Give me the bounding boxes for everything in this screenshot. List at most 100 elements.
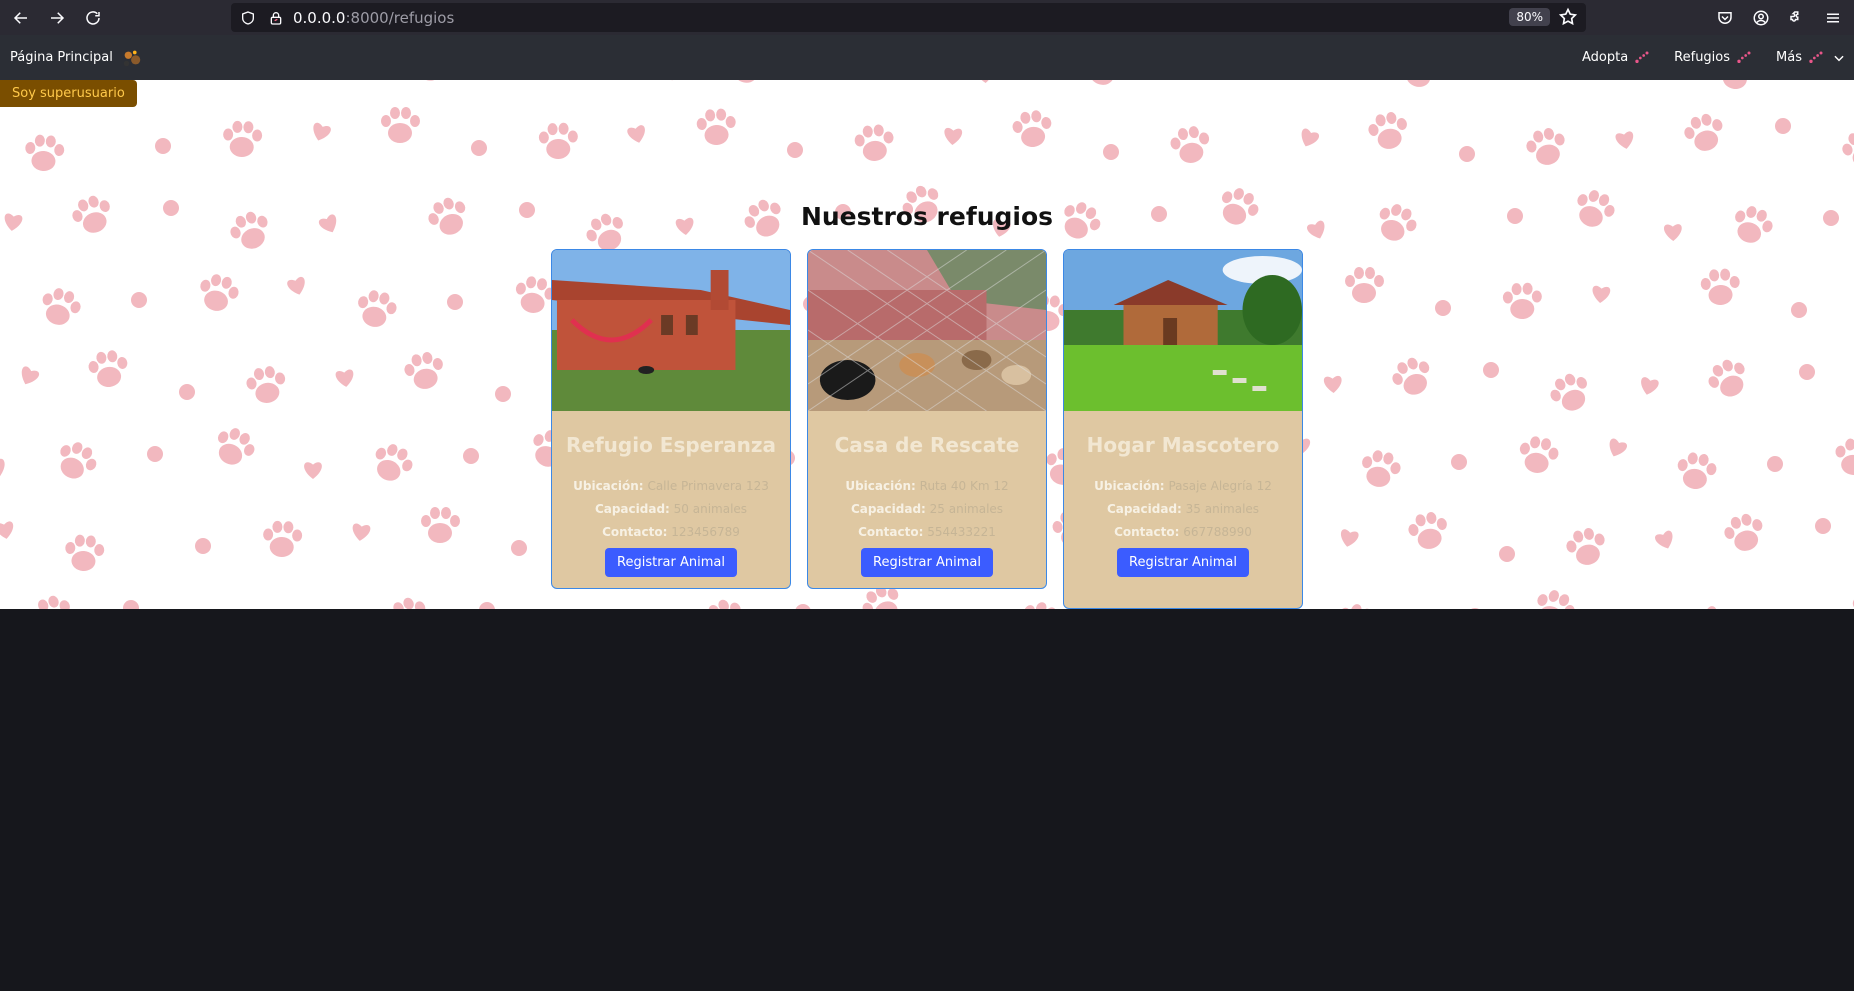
paw-shape — [0, 521, 14, 539]
paw-shape — [179, 384, 195, 400]
shelter-capacity: Capacidad: 35 animales — [1064, 498, 1302, 521]
home-link[interactable]: Página Principal — [10, 47, 143, 69]
shelter-capacity: Capacidad: 50 animales — [552, 498, 790, 521]
superuser-badge[interactable]: Soy superusuario — [0, 80, 137, 107]
paw-shape — [1483, 362, 1499, 378]
paw-shape — [787, 142, 803, 158]
shelter-capacity: Capacidad: 25 animales — [808, 498, 1046, 521]
paw-shape — [1362, 450, 1401, 487]
paw-shape — [538, 122, 578, 159]
shelter-location: Ubicación: Ruta 40 Km 12 — [808, 475, 1046, 498]
paw-shape — [417, 80, 441, 81]
back-icon[interactable] — [6, 3, 36, 33]
paw-shape — [1641, 377, 1659, 395]
shelter-card: Refugio Esperanza Ubicación: Calle Prima… — [551, 249, 791, 589]
location-value: Ruta 40 Km 12 — [919, 479, 1009, 493]
paw-shape — [1684, 113, 1723, 151]
paw-shape — [1566, 527, 1605, 565]
bookmark-star-icon[interactable] — [1558, 7, 1578, 27]
shield-icon[interactable] — [237, 7, 259, 29]
paw-shape — [696, 108, 736, 145]
contact-label: Contacto: — [1114, 525, 1180, 539]
contact-value: 667788990 — [1183, 525, 1252, 539]
home-link-label: Página Principal — [10, 50, 113, 65]
lock-icon[interactable] — [265, 7, 287, 29]
location-label: Ubicación: — [1094, 479, 1165, 493]
paw-shape — [200, 274, 239, 311]
paw-shape — [1519, 436, 1559, 473]
paw-shape — [223, 120, 263, 157]
paw-shape — [1012, 110, 1052, 147]
reload-icon[interactable] — [78, 3, 108, 33]
nav-refugios[interactable]: Refugios — [1674, 48, 1754, 68]
paw-shape — [38, 595, 70, 609]
paw-shape — [1451, 454, 1467, 470]
nav-mas-label: Más — [1776, 50, 1802, 65]
location-label: Ubicación: — [845, 479, 916, 493]
paw-shape — [659, 80, 677, 81]
url-bar[interactable]: 0.0.0.0:8000/refugios 80% — [231, 3, 1586, 32]
shelter-name: Casa de Rescate — [834, 433, 1020, 457]
paw-shape — [404, 352, 443, 389]
url-path: :8000/refugios — [345, 8, 455, 27]
paw-shape — [358, 290, 397, 327]
location-value: Calle Primavera 123 — [647, 479, 769, 493]
paw-shape — [1339, 604, 1372, 609]
paw-shape — [1724, 513, 1763, 551]
paw-prints-icon — [1809, 51, 1823, 63]
nav-adopta-label: Adopta — [1581, 50, 1629, 65]
shelter-contact: Contacto: 554433221 — [808, 521, 1046, 544]
paw-shape — [1368, 112, 1407, 149]
paw-shape — [854, 124, 894, 161]
forward-icon[interactable] — [42, 3, 72, 33]
paw-shape — [1592, 285, 1611, 303]
shelter-photo — [808, 250, 1046, 411]
paw-shape — [246, 366, 286, 403]
register-animal-button[interactable]: Registrar Animal — [605, 548, 737, 577]
paw-shape — [1706, 606, 1717, 609]
capacity-value: 25 animales — [929, 502, 1004, 516]
contact-value: 123456789 — [671, 525, 740, 539]
empty-page-area — [0, 609, 1854, 991]
extensions-icon[interactable] — [1782, 3, 1812, 33]
url-text[interactable]: 0.0.0.0:8000/refugios — [293, 9, 454, 27]
paw-shape — [21, 366, 40, 385]
paw-shape — [304, 462, 322, 479]
shelter-photo — [1064, 250, 1302, 411]
shelter-location: Ubicación: Calle Primavera 123 — [552, 475, 790, 498]
page-title: Nuestros refugios — [800, 202, 1054, 231]
register-animal-button[interactable]: Registrar Animal — [1117, 548, 1249, 577]
paw-shape — [1767, 456, 1783, 472]
paw-shape — [25, 134, 65, 171]
paw-shape — [335, 369, 354, 387]
paw-shape — [375, 444, 413, 481]
register-animal-button[interactable]: Registrar Animal — [861, 548, 993, 577]
paw-shape — [65, 534, 105, 571]
chevron-down-icon[interactable] — [1832, 51, 1846, 65]
paw-shape — [1655, 530, 1673, 549]
url-host: 0.0.0.0 — [293, 8, 346, 27]
paw-shape — [1550, 373, 1587, 411]
nav-mas[interactable]: Más — [1776, 48, 1846, 68]
paw-shape — [1677, 452, 1717, 489]
nav-adopta[interactable]: Adopta — [1582, 48, 1652, 68]
account-icon[interactable] — [1746, 3, 1776, 33]
pets-logo-icon — [123, 50, 141, 66]
paw-shape — [447, 294, 463, 310]
paw-shape — [195, 538, 211, 554]
menu-icon[interactable] — [1818, 3, 1848, 33]
contact-label: Contacto: — [858, 525, 924, 539]
paw-shape — [1815, 518, 1831, 534]
paw-shape — [1435, 300, 1451, 316]
paw-shape — [975, 80, 994, 83]
paw-shape — [1791, 302, 1807, 318]
zoom-level[interactable]: 80% — [1509, 8, 1550, 26]
pocket-icon[interactable] — [1710, 3, 1740, 33]
paw-shape — [42, 288, 81, 325]
paw-shape — [495, 386, 511, 402]
location-label: Ubicación: — [573, 479, 644, 493]
capacity-label: Capacidad: — [1106, 502, 1182, 516]
paw-shape — [1459, 146, 1475, 162]
paw-shape — [352, 523, 371, 541]
paw-shape — [1708, 359, 1745, 397]
